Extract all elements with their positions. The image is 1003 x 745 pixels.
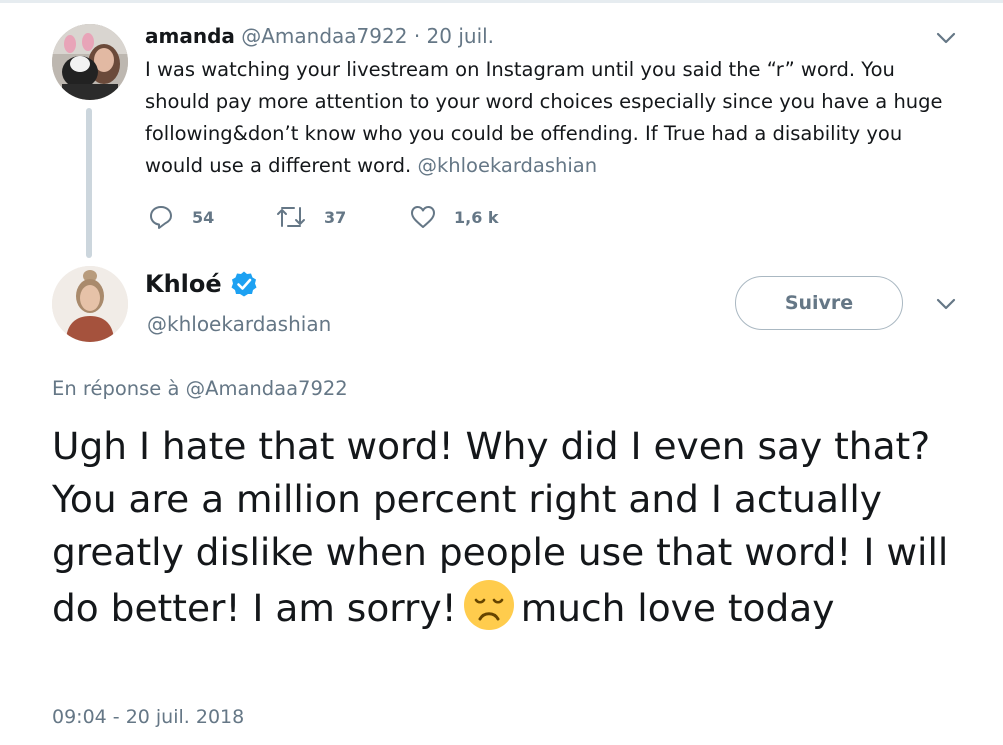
main-avatar[interactable] <box>52 266 128 342</box>
parent-avatar[interactable] <box>52 24 128 100</box>
like-count: 1,6 k <box>454 207 499 227</box>
reply-to-handle-link[interactable]: @Amandaa7922 <box>186 377 348 400</box>
header-separator: · <box>413 24 421 48</box>
chevron-down-icon[interactable] <box>934 26 958 50</box>
retweet-count: 37 <box>324 207 347 227</box>
parent-tweet-date[interactable]: 20 juil. <box>427 24 495 48</box>
reply-count: 54 <box>192 207 215 227</box>
like-button[interactable]: 1,6 k <box>410 204 530 230</box>
main-tweet-text: Ugh I hate that word! Why did I even say… <box>52 420 982 635</box>
reply-context: En réponse à @Amandaa7922 <box>52 377 348 400</box>
reply-button[interactable]: 54 <box>148 204 276 230</box>
retweet-icon <box>277 207 305 227</box>
parent-author-name[interactable]: amanda <box>145 24 235 48</box>
verified-badge-icon <box>230 270 258 298</box>
thread-connector-line <box>86 108 92 258</box>
reply-to-prefix: En réponse à <box>52 377 180 400</box>
tweet-timestamp[interactable]: 09:04 - 20 juil. 2018 <box>52 706 244 728</box>
parent-tweet-header: amanda @Amandaa7922 · 20 juil. <box>145 24 494 48</box>
main-author-row: Khloé <box>145 270 258 298</box>
retweet-button[interactable]: 37 <box>276 204 410 230</box>
parent-tweet-text: I was watching your livestream on Instag… <box>145 54 965 182</box>
heart-icon <box>411 206 435 228</box>
top-divider <box>0 0 1003 3</box>
parent-author-handle[interactable]: @Amandaa7922 <box>241 24 407 48</box>
main-author-name[interactable]: Khloé <box>145 270 222 298</box>
reply-icon <box>150 206 172 229</box>
main-author-handle[interactable]: @khloekardashian <box>147 312 331 336</box>
parent-tweet-actions: 54 37 1,6 k <box>148 204 530 230</box>
main-tweet-body-end: much love today <box>520 586 835 630</box>
disappointed-face-icon <box>463 580 514 630</box>
follow-button[interactable]: Suivre <box>735 276 903 330</box>
chevron-down-icon[interactable] <box>934 292 958 316</box>
mention-link[interactable]: @khloekardashian <box>417 154 597 177</box>
